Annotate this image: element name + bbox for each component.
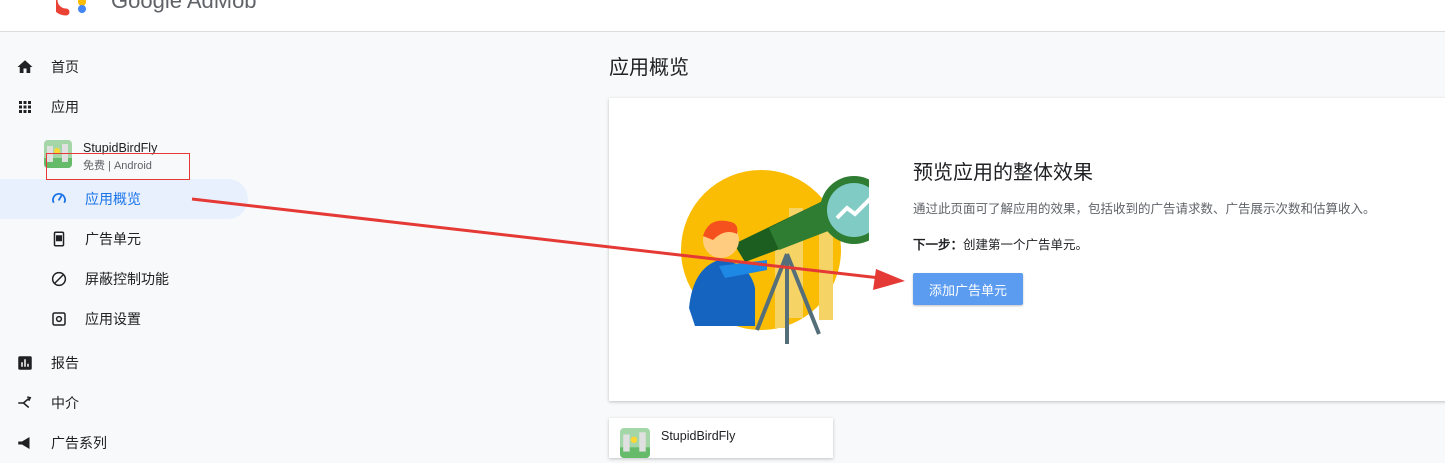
telescope-illustration [681, 170, 869, 344]
app-thumbnail-icon [620, 428, 650, 458]
card-title: 预览应用的整体效果 [913, 162, 1093, 184]
admob-logo-icon[interactable] [56, 0, 96, 16]
sidebar-item-reports[interactable]: 报告 [0, 343, 248, 383]
sidebar-item-ad-units[interactable]: 广告单元 [0, 219, 248, 259]
sidebar-item-label: 应用设置 [85, 311, 141, 327]
sidebar-item-label: 首页 [51, 59, 79, 75]
sidebar-item-campaigns[interactable]: 广告系列 [0, 423, 248, 463]
sidebar-item-app-overview[interactable]: 应用概览 [0, 179, 248, 219]
sidebar-item-home[interactable]: 首页 [0, 47, 248, 87]
sidebar-item-apps[interactable]: 应用 [0, 87, 248, 127]
brand-name: Google AdMob [111, 0, 257, 13]
mediation-icon [18, 396, 32, 409]
sidebar-item-label: 广告单元 [85, 231, 141, 247]
ad-unit-phone-icon [53, 231, 65, 247]
sidebar-nav: 首页 应用 StupidBirdFly 免费 | Android 应用概览 广告… [0, 32, 260, 451]
add-ad-unit-button[interactable]: 添加广告单元 [913, 273, 1023, 305]
overview-card: 预览应用的整体效果 通过此页面可了解应用的效果，包括收到的广告请求数、广告展示次… [609, 98, 1445, 401]
sidebar-item-label: 屏蔽控制功能 [85, 271, 169, 287]
next-step-label: 下一步： [913, 238, 964, 252]
card-description: 通过此页面可了解应用的效果，包括收到的广告请求数、广告展示次数和估算收入。 [913, 202, 1376, 216]
app-summary-card[interactable]: StupidBirdFly [609, 418, 833, 458]
sidebar-item-label: 广告系列 [51, 435, 107, 451]
annotation-highlight-box [46, 153, 190, 180]
sidebar-item-blocking-controls[interactable]: 屏蔽控制功能 [0, 259, 248, 299]
top-app-bar: Google AdMob [0, 0, 1445, 32]
megaphone-icon [18, 437, 30, 449]
page-title: 应用概览 [609, 57, 689, 79]
sidebar-item-app-settings[interactable]: 应用设置 [0, 299, 248, 339]
sidebar-item-label: 中介 [51, 395, 79, 411]
hamburger-menu-icon[interactable] [16, 0, 36, 4]
sidebar-item-label: 报告 [51, 355, 79, 371]
sidebar-item-label: 应用概览 [85, 191, 141, 207]
sidebar-item-label: 应用 [51, 99, 79, 115]
next-step-text: 下一步：创建第一个广告单元。 [913, 234, 1088, 253]
bar-chart-icon [18, 356, 32, 370]
home-icon [17, 60, 33, 73]
apps-grid-icon [19, 101, 31, 113]
app-card-name: StupidBirdFly [661, 429, 736, 443]
settings-icon [52, 312, 66, 326]
sidebar-item-mediation[interactable]: 中介 [0, 383, 248, 423]
dashboard-gauge-icon [52, 193, 66, 204]
next-step-detail: 创建第一个广告单元。 [963, 238, 1089, 252]
block-icon [51, 271, 67, 287]
